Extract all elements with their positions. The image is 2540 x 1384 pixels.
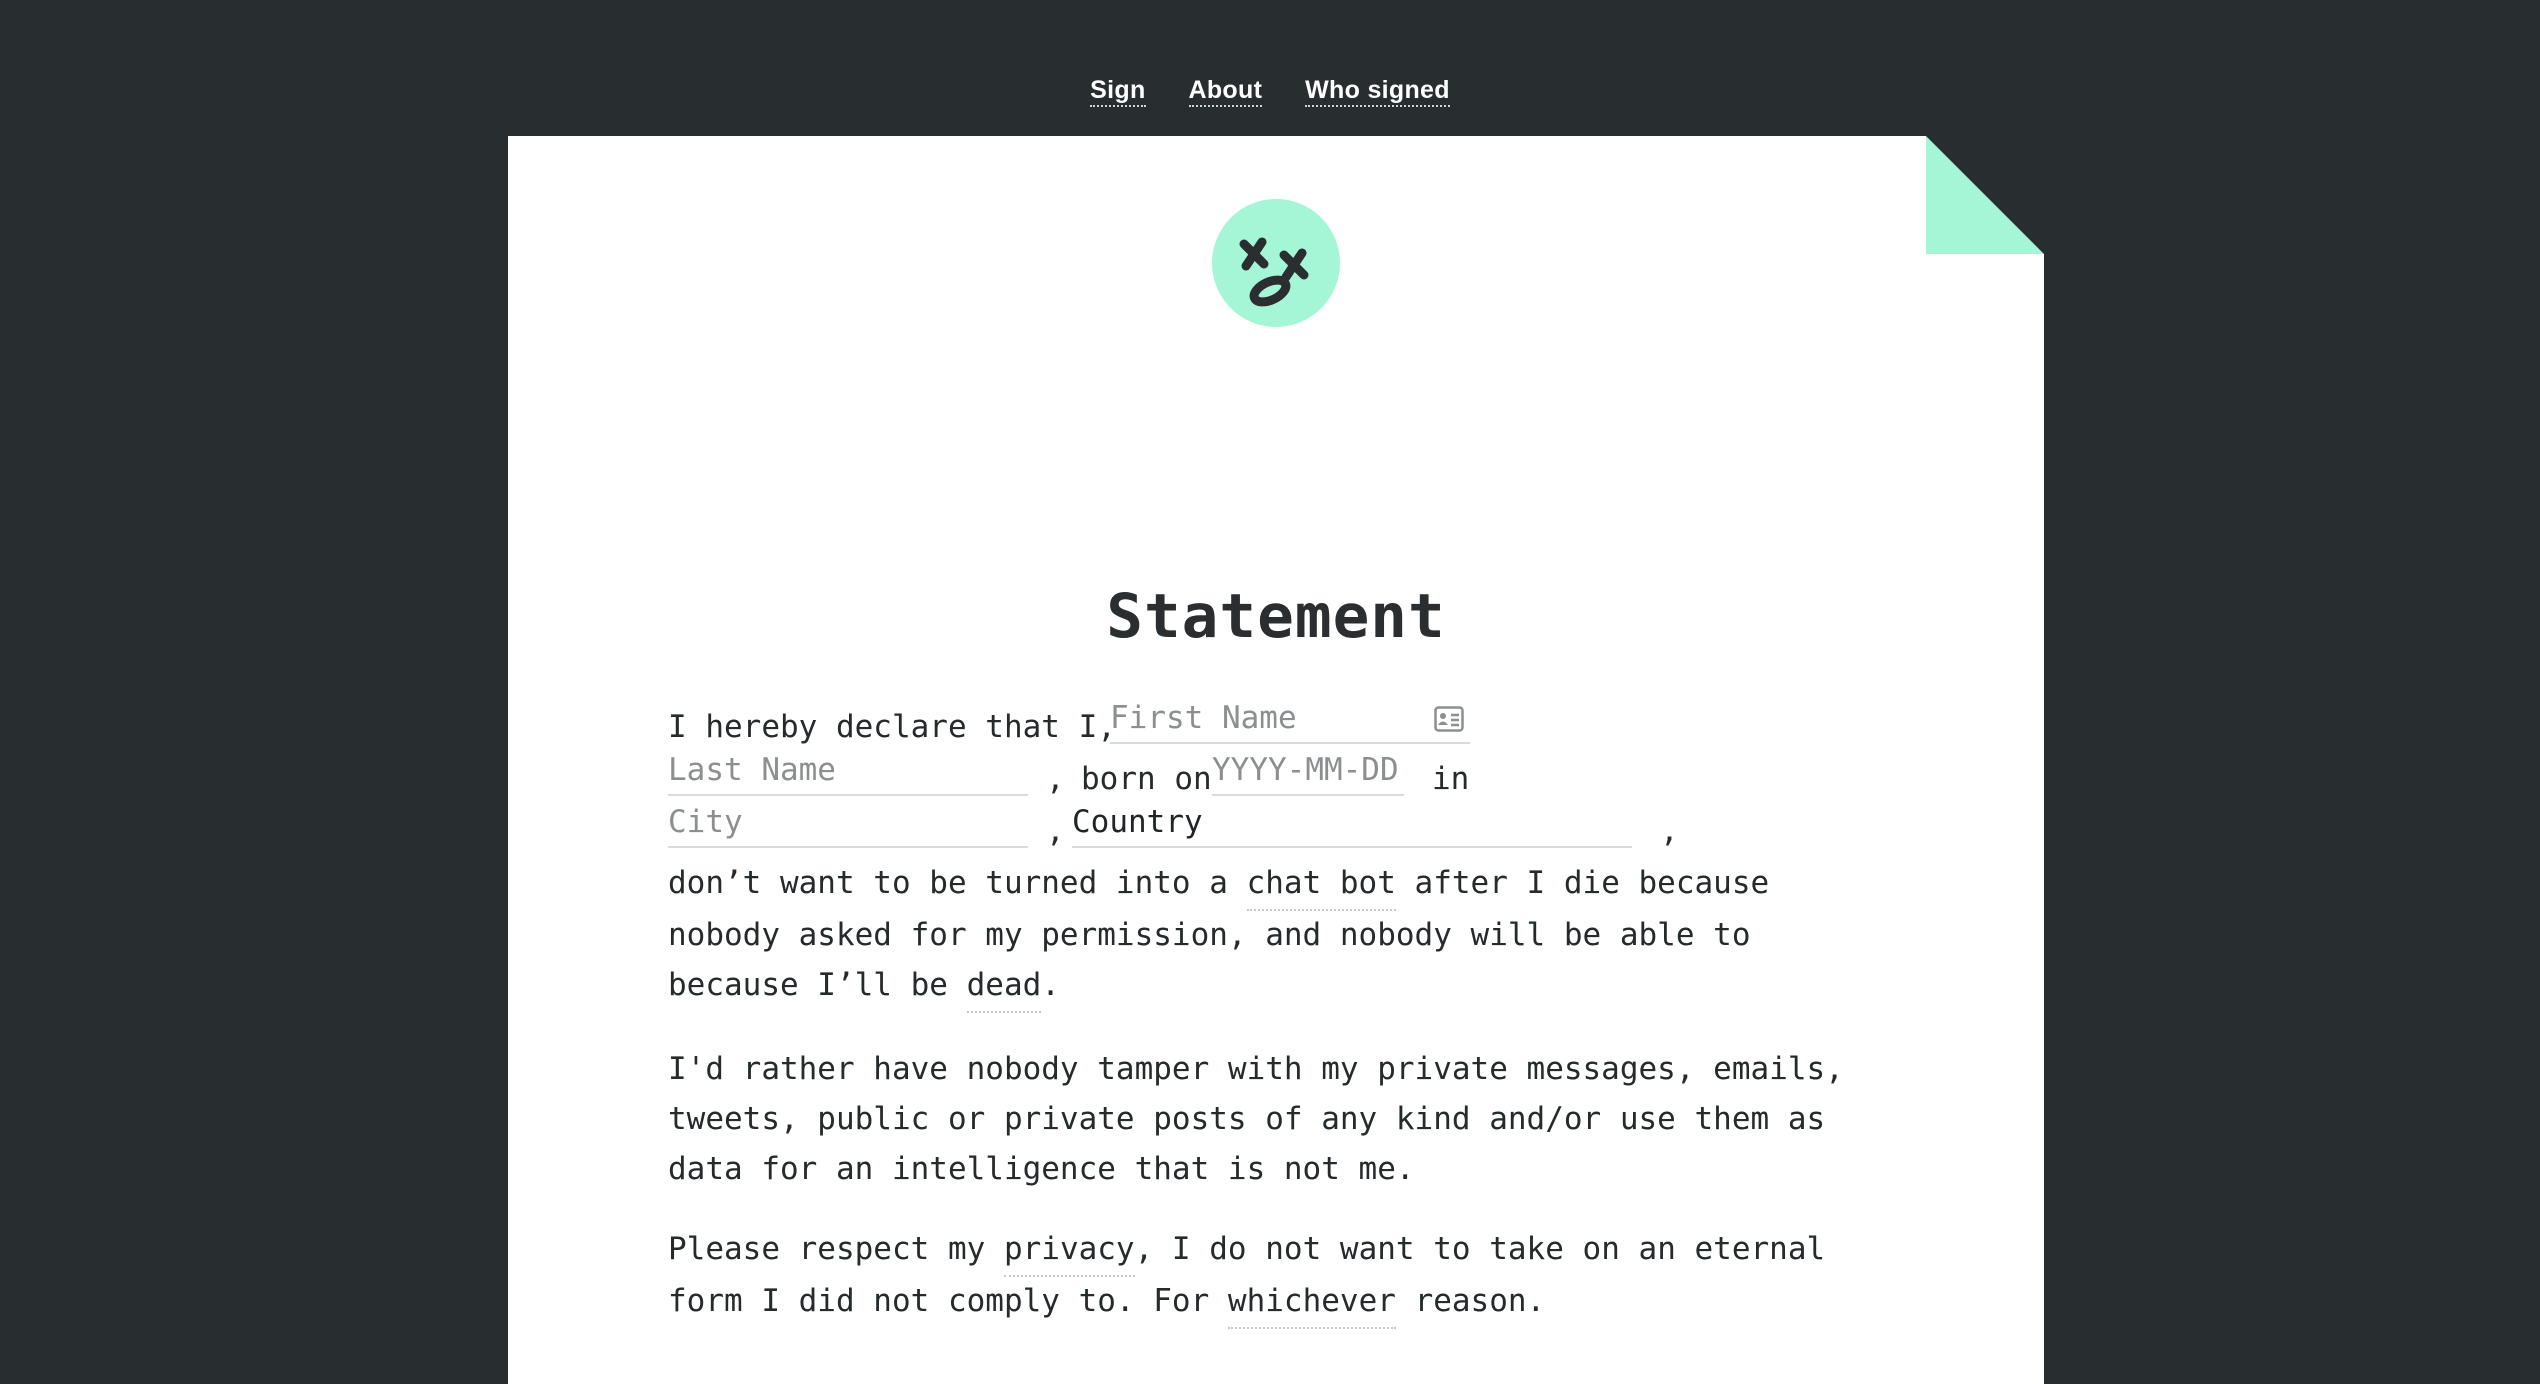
last-name-field[interactable]: Last Name	[668, 752, 1028, 796]
page-title: Statement	[1106, 581, 1446, 652]
city-field[interactable]: City	[668, 804, 1028, 848]
first-name-placeholder: First Name	[1110, 700, 1297, 736]
privacy-link[interactable]: privacy	[1003, 1231, 1135, 1277]
city-placeholder: City	[668, 804, 743, 840]
nav-link-about[interactable]: About	[1188, 76, 1263, 107]
country-select[interactable]: Country	[1072, 804, 1632, 848]
text-span: , I do not want to take on an eternal	[1134, 1231, 1826, 1267]
last-name-placeholder: Last Name	[668, 752, 836, 788]
text-span: Please respect my	[668, 1231, 1004, 1267]
paragraph2-line1: I'd rather have nobody tamper with my pr…	[668, 1051, 1844, 1087]
chat-bot-link[interactable]: chat bot	[1246, 865, 1396, 911]
paragraph3-line1: Please respect my privacy, I do not want…	[668, 1231, 1826, 1277]
birth-date-placeholder: YYYY-MM-DD	[1212, 752, 1399, 788]
paragraph1-line2: nobody asked for my permission, and nobo…	[668, 917, 1751, 953]
birth-date-field[interactable]: YYYY-MM-DD	[1212, 752, 1404, 796]
born-on-text: born on	[1081, 761, 1212, 797]
comma-text: ,	[1046, 761, 1065, 797]
paragraph1-line3: because I’ll be dead.	[668, 967, 1060, 1013]
paragraph3-line2: form I did not comply to. For whichever …	[668, 1283, 1546, 1329]
contact-card-icon	[1434, 706, 1464, 732]
statement-paper: Statement I hereby declare that I, First…	[508, 136, 2044, 1384]
paragraph2-line2: tweets, public or private posts of any k…	[668, 1101, 1826, 1137]
text-span: after I die because	[1395, 865, 1770, 901]
folded-corner	[1926, 136, 2044, 254]
country-value: Country	[1072, 804, 1203, 840]
first-name-field[interactable]: First Name	[1110, 700, 1470, 744]
paragraph1-line1: don’t want to be turned into a chat bot …	[668, 865, 1770, 911]
whichever-link[interactable]: whichever	[1227, 1283, 1396, 1329]
dead-face-icon	[1212, 199, 1340, 327]
nav-link-sign[interactable]: Sign	[1090, 76, 1146, 107]
comma-text: ,	[1660, 813, 1679, 849]
paragraph2-line3: data for an intelligence that is not me.	[668, 1151, 1415, 1187]
top-navigation: Sign About Who signed	[0, 76, 2540, 107]
text-span: reason.	[1395, 1283, 1546, 1319]
text-span: .	[1041, 967, 1060, 1003]
text-span: form I did not comply to. For	[668, 1283, 1228, 1319]
nav-link-who-signed[interactable]: Who signed	[1305, 76, 1450, 107]
in-text: in	[1432, 761, 1470, 797]
text-span: because I’ll be	[668, 967, 967, 1003]
intro-text: I hereby declare that I,	[668, 709, 1116, 745]
dead-link[interactable]: dead	[966, 967, 1042, 1013]
comma-text: ,	[1046, 813, 1065, 849]
text-span: don’t want to be turned into a	[668, 865, 1247, 901]
